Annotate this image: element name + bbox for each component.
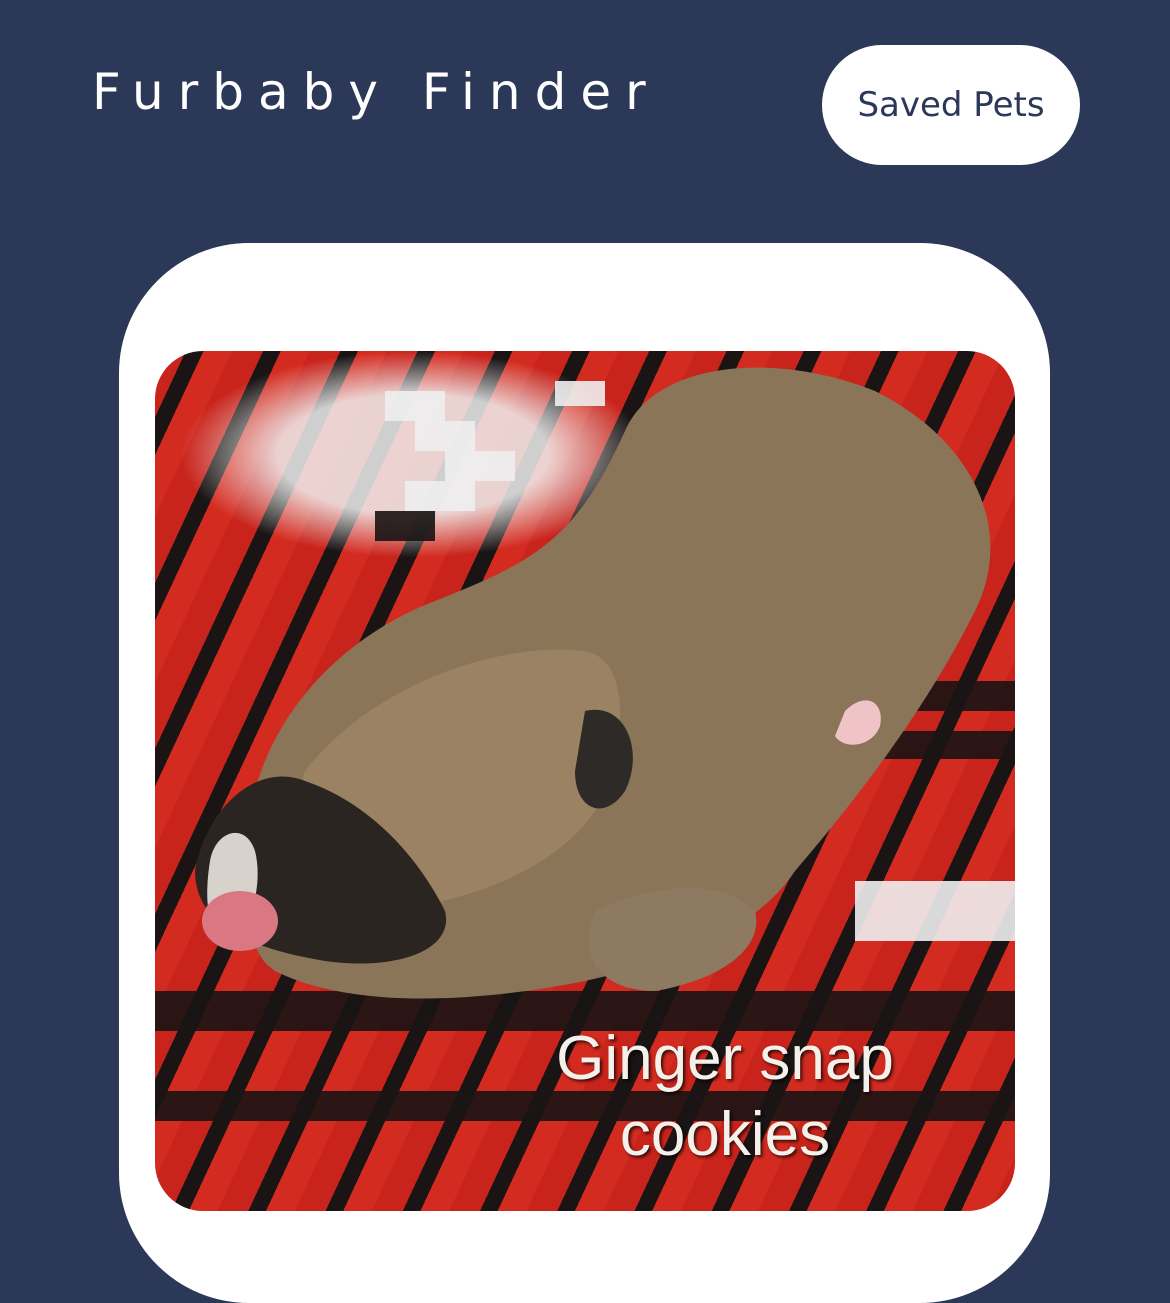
pet-photo[interactable]: Ginger snap cookies [155,351,1015,1211]
pet-card[interactable]: Ginger snap cookies [119,243,1050,1303]
saved-pets-button[interactable]: Saved Pets [822,45,1080,165]
app-title: Furbaby Finder [92,63,660,121]
photo-caption: Ginger snap cookies [556,1024,894,1169]
